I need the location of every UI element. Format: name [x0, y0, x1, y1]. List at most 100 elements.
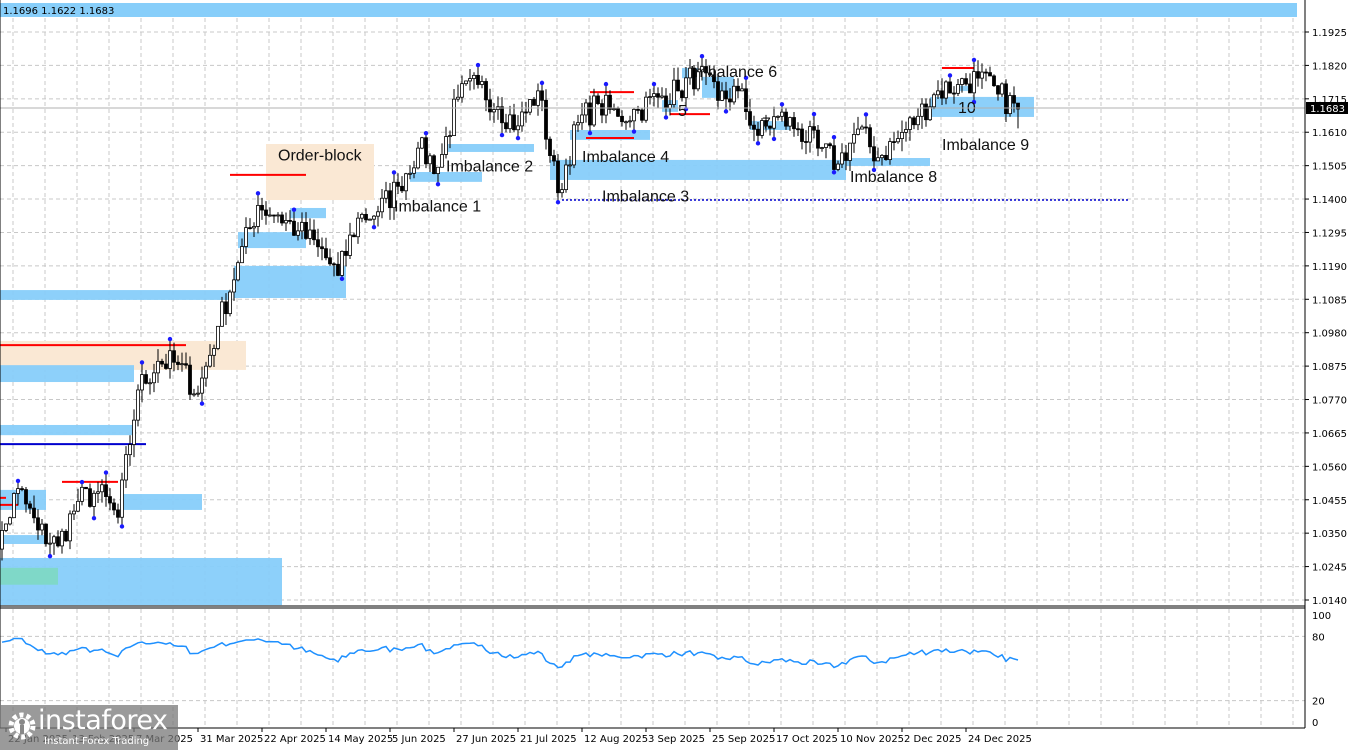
bearish-candle — [608, 94, 612, 110]
bullish-candle — [80, 486, 84, 502]
bullish-candle — [480, 81, 484, 85]
bullish-candle — [836, 163, 840, 170]
bullish-candle — [136, 389, 140, 421]
bearish-candle — [892, 141, 896, 143]
bearish-candle — [116, 509, 120, 518]
bullish-candle — [360, 213, 364, 219]
bearish-candle — [924, 103, 928, 121]
swing-low-marker — [47, 553, 53, 559]
price-tick-label: 1.0875 — [1312, 362, 1347, 373]
bullish-candle — [720, 90, 724, 101]
bullish-candle — [468, 78, 472, 82]
teal-zone-zone — [0, 567, 58, 585]
bullish-candle — [308, 229, 312, 239]
bullish-candle — [808, 126, 812, 143]
bearish-candle — [1012, 95, 1016, 104]
bullish-candle — [60, 530, 64, 547]
swing-low-marker — [587, 130, 593, 136]
date-tick-label: 12 Aug 2025 — [584, 734, 648, 745]
candles — [0, 56, 1020, 561]
bearish-candle — [948, 81, 952, 94]
bullish-candle — [472, 74, 476, 79]
bullish-candle — [96, 491, 100, 494]
bearish-candle — [640, 109, 644, 121]
bullish-candle — [460, 83, 464, 98]
price-tick-label: 1.0665 — [1312, 429, 1347, 440]
bullish-candle — [92, 492, 96, 507]
bearish-candle — [344, 250, 348, 256]
swing-high-marker — [699, 53, 705, 59]
imbalance-zone — [0, 365, 134, 383]
logo-brand: instaforex — [38, 705, 168, 736]
bullish-candle — [408, 172, 412, 175]
bullish-candle — [564, 164, 568, 191]
date-tick-label: 25 Sep 2025 — [712, 734, 775, 745]
swing-high-marker — [391, 170, 397, 175]
bearish-candle — [488, 99, 492, 113]
bullish-candle — [212, 348, 216, 356]
bullish-candle — [580, 114, 584, 124]
bullish-candle — [296, 230, 300, 236]
swing-low-marker — [91, 515, 97, 521]
bullish-candle — [340, 250, 344, 276]
bullish-candle — [372, 215, 376, 220]
zone-annotation: Imbalance 4 — [582, 149, 669, 166]
bullish-candle — [148, 382, 152, 385]
price-tick-label: 1.0980 — [1312, 329, 1347, 340]
price-tick-label: 1.1610 — [1312, 128, 1347, 139]
swing-high-marker — [603, 81, 609, 87]
bullish-candle — [376, 211, 380, 217]
bullish-candle — [652, 93, 656, 97]
indicator-panel — [1, 637, 1019, 669]
imbalance-zone — [0, 424, 134, 436]
price-tick-label: 1.0245 — [1312, 563, 1347, 574]
bullish-candle — [436, 166, 440, 175]
imbalance-zone — [0, 489, 46, 510]
bearish-candle — [964, 78, 968, 85]
swing-high-marker — [167, 336, 173, 342]
swing-low-marker — [499, 132, 505, 138]
bullish-candle — [920, 103, 924, 117]
bullish-candle — [536, 90, 540, 106]
swing-high-marker — [831, 135, 837, 140]
bullish-candle — [900, 131, 904, 139]
price-chart[interactable]: Order-block Imbalance 1 Imbalance 2 Imbalan… — [0, 0, 1350, 750]
indicator-tick-label: 0 — [1312, 718, 1318, 729]
bullish-candle — [928, 106, 932, 121]
date-tick-label: 27 Jun 2025 — [456, 734, 516, 745]
bullish-candle — [448, 135, 452, 138]
bullish-candle — [16, 488, 20, 494]
bearish-candle — [32, 507, 36, 519]
bearish-candle — [552, 155, 556, 162]
bearish-candle — [804, 141, 808, 143]
bullish-candle — [128, 444, 132, 456]
bearish-candle — [656, 93, 660, 98]
bullish-candle — [412, 167, 416, 174]
bearish-candle — [968, 83, 972, 94]
swing-markers — [15, 53, 977, 559]
bullish-candle — [568, 164, 572, 167]
bullish-candle — [284, 220, 288, 224]
bullish-candle — [40, 523, 44, 531]
bearish-candle — [756, 128, 760, 136]
swing-high-marker — [811, 111, 817, 117]
bearish-candle — [176, 361, 180, 365]
bullish-candle — [0, 530, 4, 550]
bearish-candle — [64, 530, 68, 542]
swing-high-marker — [103, 470, 109, 475]
swing-high-marker — [863, 112, 869, 117]
bullish-candle — [380, 197, 384, 213]
price-tick-label: 1.1295 — [1312, 228, 1347, 239]
bearish-candle — [500, 106, 504, 124]
swing-high-marker — [651, 81, 657, 87]
bearish-candle — [544, 99, 548, 140]
zone-annotation: 7 — [762, 116, 771, 133]
indicator-tick-label: 100 — [1312, 611, 1331, 622]
bullish-candle — [276, 214, 280, 217]
swing-low-marker — [555, 200, 561, 205]
bullish-candle — [156, 360, 160, 374]
swing-low-marker — [435, 182, 441, 187]
bullish-candle — [944, 81, 948, 99]
bullish-candle — [824, 143, 828, 148]
bearish-candle — [816, 129, 820, 149]
